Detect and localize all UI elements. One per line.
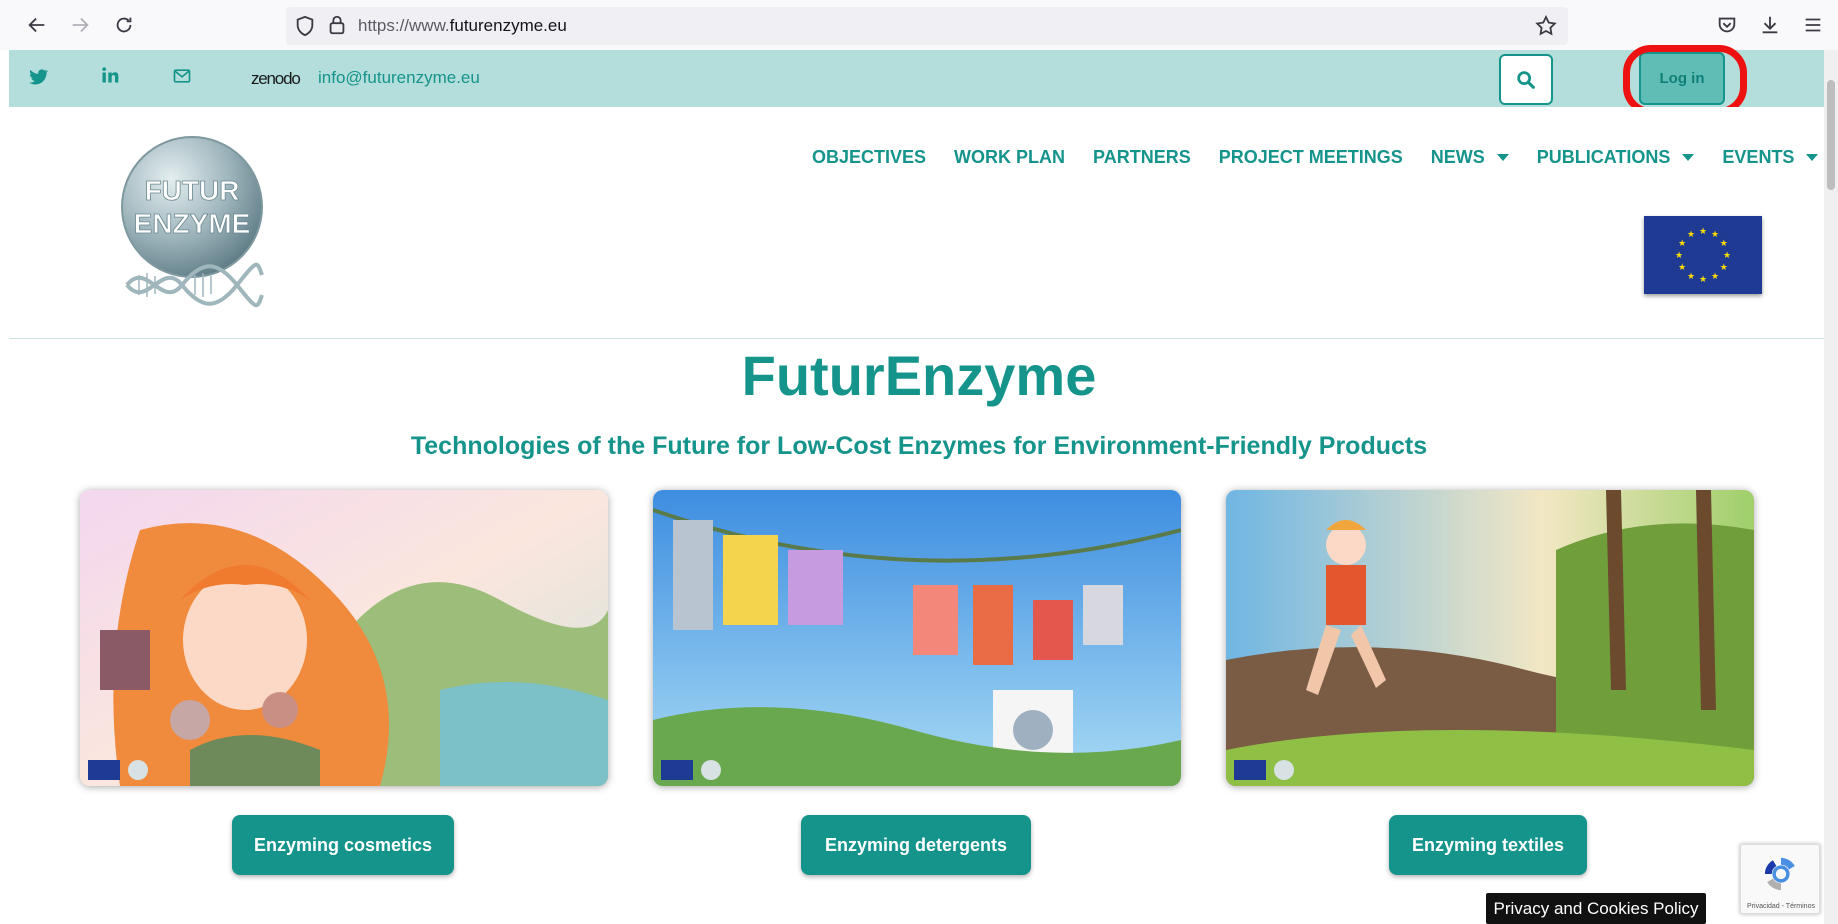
scrollbar[interactable] bbox=[1824, 50, 1838, 924]
nav-news[interactable]: NEWS bbox=[1431, 147, 1509, 168]
email-link[interactable]: info@futurenzyme.eu bbox=[318, 68, 480, 88]
eu-star: ★ bbox=[1711, 229, 1719, 239]
eu-star: ★ bbox=[1678, 238, 1686, 248]
search-icon bbox=[1517, 70, 1535, 89]
back-icon[interactable] bbox=[22, 10, 52, 40]
eu-star: ★ bbox=[1675, 250, 1683, 260]
nav-events[interactable]: EVENTS bbox=[1722, 147, 1819, 168]
chevron-down-icon bbox=[1496, 154, 1509, 161]
menu-icon[interactable] bbox=[1798, 10, 1828, 40]
detergents-image[interactable] bbox=[653, 490, 1181, 786]
recaptcha-badge[interactable]: Privacidad - Términos bbox=[1740, 844, 1820, 914]
lock-icon[interactable] bbox=[326, 14, 348, 36]
enzyming-detergents-button[interactable]: Enzyming detergents bbox=[801, 815, 1031, 875]
eu-star: ★ bbox=[1711, 271, 1719, 281]
eu-star: ★ bbox=[1687, 271, 1695, 281]
logo-text-2: ENZYME bbox=[134, 208, 251, 239]
nav-partners[interactable]: PARTNERS bbox=[1093, 147, 1191, 168]
star-icon[interactable] bbox=[1534, 14, 1558, 38]
scrollbar-thumb[interactable] bbox=[1827, 80, 1835, 190]
eu-star: ★ bbox=[1699, 226, 1707, 236]
shield-icon[interactable] bbox=[294, 15, 316, 37]
url-text[interactable]: https://www.futurenzyme.eu bbox=[358, 16, 567, 36]
reload-icon[interactable] bbox=[109, 10, 139, 40]
enzyming-cosmetics-button[interactable]: Enzyming cosmetics bbox=[232, 815, 454, 875]
logo-text-1: FUTUR bbox=[145, 175, 240, 206]
nav-objectives[interactable]: OBJECTIVES bbox=[812, 147, 926, 168]
search-button[interactable] bbox=[1499, 54, 1553, 105]
nav-publications[interactable]: PUBLICATIONS bbox=[1537, 147, 1695, 168]
download-icon[interactable] bbox=[1755, 10, 1785, 40]
eu-star: ★ bbox=[1720, 238, 1728, 248]
eu-star: ★ bbox=[1699, 274, 1707, 284]
page-subtitle: Technologies of the Future for Low-Cost … bbox=[410, 432, 1428, 460]
site-header: FUTUR ENZYME OBJECTIVES WORK PLAN PARTNE… bbox=[9, 107, 1824, 339]
chevron-down-icon bbox=[1806, 154, 1819, 161]
eu-star: ★ bbox=[1687, 229, 1695, 239]
twitter-icon[interactable] bbox=[27, 66, 49, 88]
nav-project-meetings[interactable]: PROJECT MEETINGS bbox=[1219, 147, 1403, 168]
nav-work-plan[interactable]: WORK PLAN bbox=[954, 147, 1065, 168]
eu-star: ★ bbox=[1720, 262, 1728, 272]
nav-events-label: EVENTS bbox=[1722, 147, 1795, 167]
page-title: FuturEnzyme bbox=[741, 344, 1097, 407]
recaptcha-terms[interactable]: Privacidad - Términos bbox=[1745, 903, 1817, 910]
login-highlight-annotation bbox=[1623, 45, 1747, 115]
nav-publications-label: PUBLICATIONS bbox=[1536, 147, 1671, 167]
page: https://www.futurenzyme.eu zenodo info@f… bbox=[0, 0, 1838, 924]
eu-flag: ★ ★ ★ ★ ★ ★ ★ ★ ★ ★ ★ ★ bbox=[1644, 216, 1762, 294]
zenodo-link[interactable]: zenodo bbox=[251, 69, 301, 89]
cosmetics-image[interactable] bbox=[80, 490, 608, 786]
linkedin-icon[interactable] bbox=[100, 65, 122, 87]
enzyming-textiles-button[interactable]: Enzyming textiles bbox=[1389, 815, 1587, 875]
eu-star: ★ bbox=[1723, 250, 1731, 260]
futurenzyme-logo[interactable]: FUTUR ENZYME bbox=[117, 135, 267, 315]
textiles-image[interactable] bbox=[1226, 490, 1754, 786]
social-topbar: zenodo info@futurenzyme.eu Log in bbox=[9, 45, 1824, 115]
browser-toolbar: https://www.futurenzyme.eu bbox=[0, 0, 1838, 50]
chevron-down-icon bbox=[1682, 154, 1695, 161]
recaptcha-icon bbox=[1764, 857, 1795, 891]
url-bar[interactable]: https://www.futurenzyme.eu bbox=[286, 7, 1568, 45]
forward-icon[interactable] bbox=[65, 10, 95, 40]
nav-news-label: NEWS bbox=[1430, 147, 1485, 167]
envelope-icon[interactable] bbox=[172, 66, 194, 88]
main-nav: OBJECTIVES WORK PLAN PARTNERS PROJECT ME… bbox=[812, 147, 1838, 168]
pocket-icon[interactable] bbox=[1712, 10, 1742, 40]
eu-star: ★ bbox=[1678, 262, 1686, 272]
privacy-policy-button[interactable]: Privacy and Cookies Policy bbox=[1486, 893, 1706, 924]
